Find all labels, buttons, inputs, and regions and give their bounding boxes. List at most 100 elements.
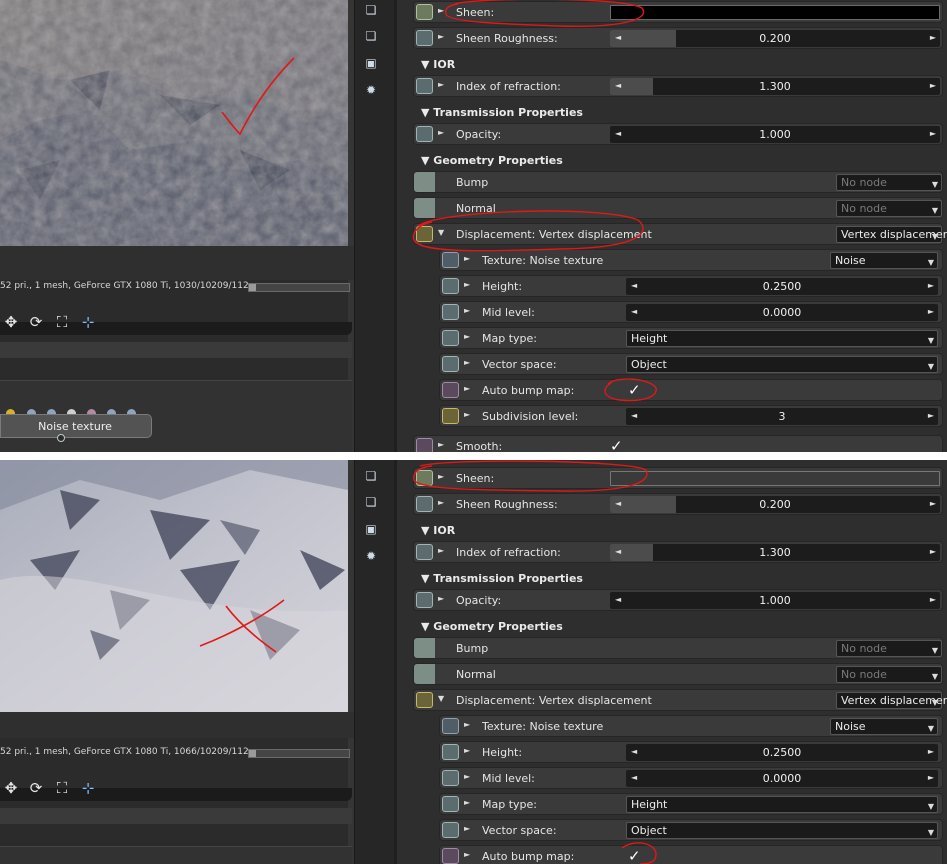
sheen-roughness-slider[interactable]: ◄ 0.200 ► bbox=[610, 496, 940, 513]
expand-icon[interactable]: ► bbox=[438, 498, 444, 507]
cube-stack-icon[interactable]: ❏ bbox=[364, 469, 378, 483]
mid-level-row[interactable]: ► Mid level: ◄ 0.0000 ► bbox=[439, 767, 943, 789]
smooth-row[interactable]: ► Smooth: ✓ bbox=[413, 435, 943, 452]
vector-space-row[interactable]: ► Vector space: Object ▼ bbox=[439, 353, 943, 375]
increment-icon[interactable]: ► bbox=[928, 747, 934, 756]
displacement-row[interactable]: ▼ Displacement: Vertex displacement Vert… bbox=[413, 223, 947, 245]
node-graph[interactable] bbox=[0, 846, 352, 864]
expand-icon[interactable]: ► bbox=[438, 6, 444, 15]
displacement-row[interactable]: ▼ Displacement: Vertex displacement Vert… bbox=[413, 689, 947, 711]
expand-icon[interactable]: ► bbox=[464, 306, 470, 315]
normal-row[interactable]: Normal No node ▼ bbox=[413, 663, 943, 685]
fit-icon[interactable]: ⛶ bbox=[53, 778, 71, 798]
collapse-icon[interactable]: ▼ bbox=[438, 228, 444, 237]
expand-icon[interactable]: ► bbox=[464, 720, 470, 729]
noise-texture-node[interactable]: Noise texture bbox=[0, 414, 152, 438]
opacity-slider[interactable]: ◄ 1.000 ► bbox=[610, 592, 940, 609]
image-icon[interactable]: ▣ bbox=[364, 522, 378, 536]
auto-bump-checkbox[interactable]: ✓ bbox=[628, 381, 641, 399]
map-type-dropdown[interactable]: Height ▼ bbox=[626, 796, 938, 813]
increment-icon[interactable]: ► bbox=[928, 411, 934, 420]
expand-icon[interactable]: ► bbox=[438, 32, 444, 41]
cube-stack-icon[interactable]: ❏ bbox=[364, 3, 378, 17]
height-slider[interactable]: ◄ 0.2500 ► bbox=[626, 278, 938, 295]
axis-gizmo-icon[interactable]: ⊹ bbox=[79, 778, 97, 798]
expand-icon[interactable]: ► bbox=[438, 440, 444, 449]
expand-icon[interactable]: ► bbox=[464, 850, 470, 859]
sun-icon[interactable]: ✹ bbox=[364, 549, 378, 563]
height-row[interactable]: ► Height: ◄ 0.2500 ► bbox=[439, 741, 943, 763]
map-type-dropdown[interactable]: Height ▼ bbox=[626, 330, 938, 347]
expand-icon[interactable]: ► bbox=[464, 772, 470, 781]
normal-row[interactable]: Normal No node ▼ bbox=[413, 197, 943, 219]
expand-icon[interactable]: ► bbox=[438, 594, 444, 603]
auto-bump-checkbox[interactable]: ✓ bbox=[628, 847, 641, 864]
increment-icon[interactable]: ► bbox=[930, 499, 936, 508]
expand-icon[interactable]: ► bbox=[438, 128, 444, 137]
cube-stack-icon[interactable]: ❏ bbox=[364, 495, 378, 509]
render-viewport-smooth[interactable] bbox=[0, 460, 348, 712]
mid-level-slider[interactable]: ◄ 0.0000 ► bbox=[626, 304, 938, 321]
increment-icon[interactable]: ► bbox=[928, 307, 934, 316]
sheen-roughness-row[interactable]: ► Sheen Roughness: ◄ 0.200 ► bbox=[413, 493, 943, 515]
node-output-pin[interactable] bbox=[57, 434, 65, 442]
expand-icon[interactable]: ► bbox=[464, 358, 470, 367]
texture-row[interactable]: ► Texture: Noise texture Noise ▼ bbox=[439, 715, 943, 737]
image-icon[interactable]: ▣ bbox=[364, 56, 378, 70]
render-viewport-rough[interactable] bbox=[0, 0, 348, 246]
sheen-roughness-row[interactable]: ► Sheen Roughness: ◄ 0.200 ► bbox=[413, 27, 943, 49]
displacement-type-dropdown[interactable]: Vertex displacement ▼ bbox=[836, 692, 947, 709]
increment-icon[interactable]: ► bbox=[930, 33, 936, 42]
increment-icon[interactable]: ► bbox=[928, 773, 934, 782]
axis-gizmo-icon[interactable]: ⊹ bbox=[79, 312, 97, 332]
bump-node-dropdown[interactable]: No node ▼ bbox=[836, 640, 942, 657]
expand-icon[interactable]: ► bbox=[464, 798, 470, 807]
vector-space-row[interactable]: ► Vector space: Object ▼ bbox=[439, 819, 943, 841]
transmission-section-header[interactable]: ▼ Transmission Properties bbox=[421, 106, 583, 119]
geometry-section-header[interactable]: ▼ Geometry Properties bbox=[421, 154, 563, 167]
cube-stack-icon[interactable]: ❏ bbox=[364, 29, 378, 43]
expand-icon[interactable]: ► bbox=[438, 472, 444, 481]
height-row[interactable]: ► Height: ◄ 0.2500 ► bbox=[439, 275, 943, 297]
opacity-slider[interactable]: ◄ 1.000 ► bbox=[610, 126, 940, 143]
ior-slider[interactable]: ◄ 1.300 ► bbox=[610, 78, 940, 95]
expand-icon[interactable]: ► bbox=[464, 824, 470, 833]
ior-section-header[interactable]: ▼ IOR bbox=[421, 524, 455, 537]
vector-space-dropdown[interactable]: Object ▼ bbox=[626, 822, 938, 839]
transmission-section-header[interactable]: ▼ Transmission Properties bbox=[421, 572, 583, 585]
increment-icon[interactable]: ► bbox=[928, 281, 934, 290]
bump-row[interactable]: Bump No node ▼ bbox=[413, 171, 943, 193]
expand-icon[interactable]: ► bbox=[438, 80, 444, 89]
increment-icon[interactable]: ► bbox=[930, 81, 936, 90]
texture-row[interactable]: ► Texture: Noise texture Noise ▼ bbox=[439, 249, 943, 271]
expand-icon[interactable]: ► bbox=[464, 746, 470, 755]
expand-icon[interactable]: ► bbox=[464, 410, 470, 419]
sun-icon[interactable]: ✹ bbox=[364, 83, 378, 97]
map-type-row[interactable]: ► Map type: Height ▼ bbox=[439, 327, 943, 349]
opacity-row[interactable]: ► Opacity: ◄ 1.000 ► bbox=[413, 123, 943, 145]
bump-node-dropdown[interactable]: No node ▼ bbox=[836, 174, 942, 191]
move-icon[interactable]: ✥ bbox=[2, 312, 20, 332]
sheen-color-swatch[interactable] bbox=[610, 5, 940, 20]
ior-section-header[interactable]: ▼ IOR bbox=[421, 58, 455, 71]
increment-icon[interactable]: ► bbox=[930, 129, 936, 138]
ior-slider[interactable]: ◄ 1.300 ► bbox=[610, 544, 940, 561]
subdivision-row[interactable]: ► Subdivision level: ◄ 3 ► bbox=[439, 405, 943, 427]
expand-icon[interactable]: ► bbox=[464, 254, 470, 263]
normal-node-dropdown[interactable]: No node ▼ bbox=[836, 200, 942, 217]
auto-bump-row[interactable]: ► Auto bump map: ✓ bbox=[439, 379, 943, 401]
expand-icon[interactable]: ► bbox=[464, 384, 470, 393]
opacity-row[interactable]: ► Opacity: ◄ 1.000 ► bbox=[413, 589, 943, 611]
auto-bump-row[interactable]: ► Auto bump map: ✓ bbox=[439, 845, 943, 864]
mid-level-row[interactable]: ► Mid level: ◄ 0.0000 ► bbox=[439, 301, 943, 323]
sheen-roughness-slider[interactable]: ◄ 0.200 ► bbox=[610, 30, 940, 47]
expand-icon[interactable]: ► bbox=[464, 332, 470, 341]
increment-icon[interactable]: ► bbox=[930, 547, 936, 556]
orbit-icon[interactable]: ⟳ bbox=[27, 778, 45, 798]
mid-level-slider[interactable]: ◄ 0.0000 ► bbox=[626, 770, 938, 787]
move-icon[interactable]: ✥ bbox=[2, 778, 20, 798]
smooth-checkbox[interactable]: ✓ bbox=[610, 437, 623, 452]
increment-icon[interactable]: ► bbox=[930, 595, 936, 604]
sheen-color-swatch[interactable] bbox=[610, 471, 940, 486]
sheen-row[interactable]: ► Sheen: bbox=[413, 1, 943, 23]
